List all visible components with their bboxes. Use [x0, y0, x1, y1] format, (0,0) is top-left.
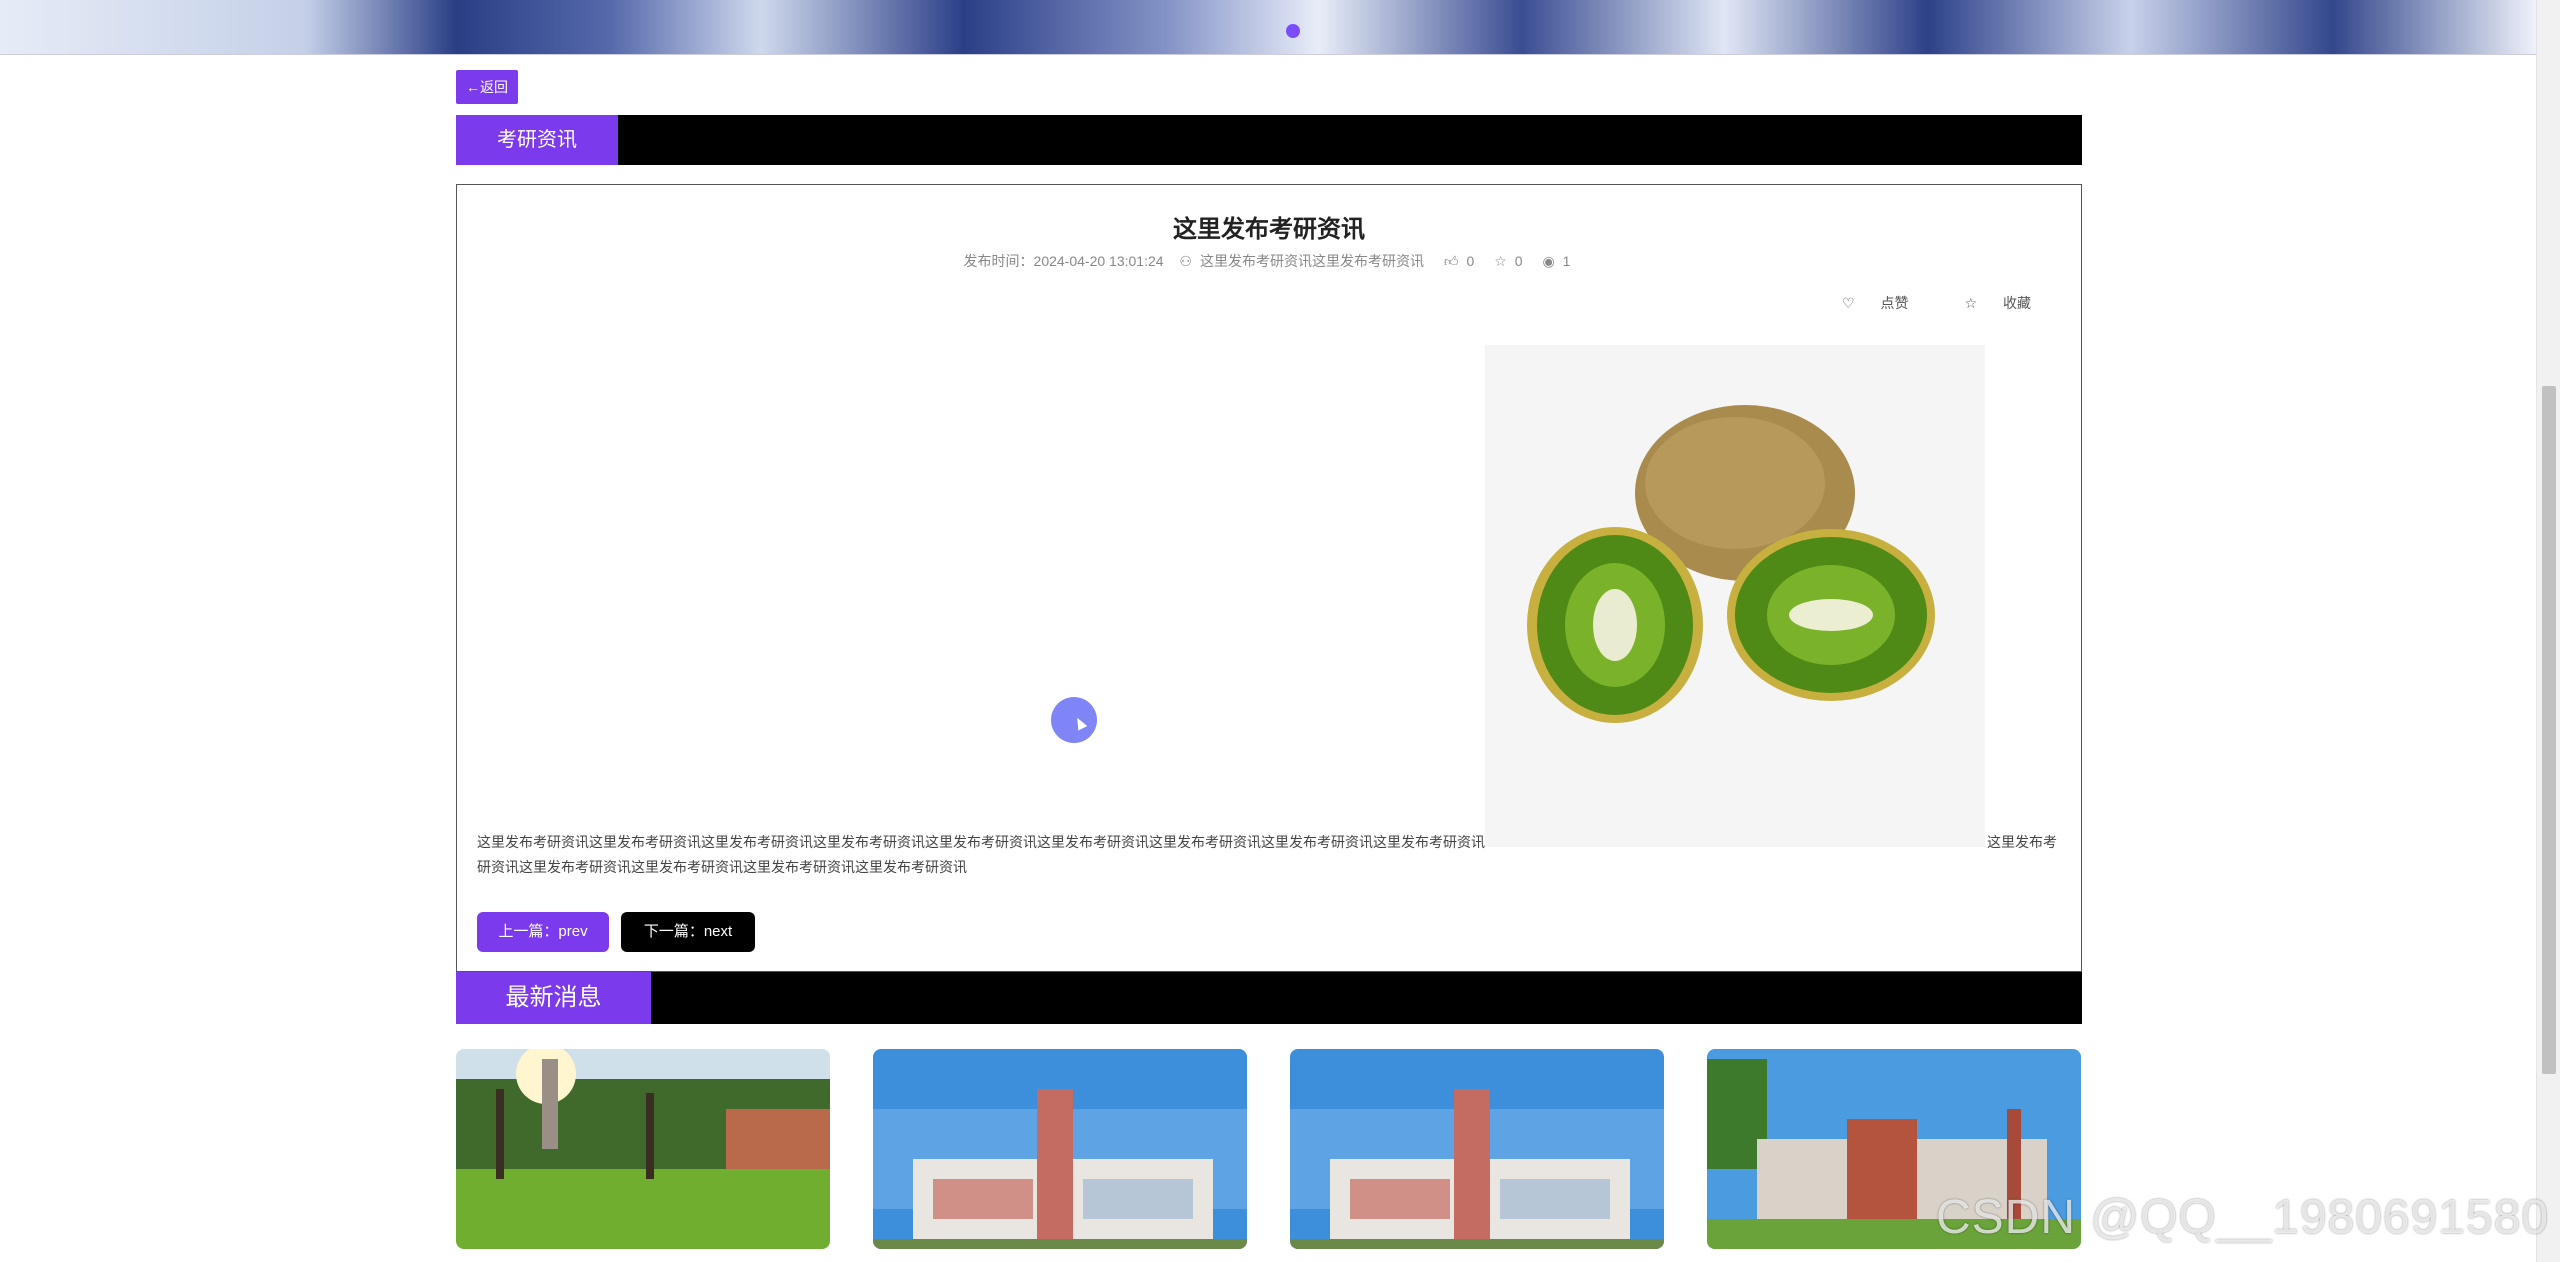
author: ⚇ 这里发布考研资讯这里发布考研资讯	[1179, 253, 1424, 269]
news-card-image[interactable]	[456, 1049, 830, 1249]
eye-icon: ◉	[1542, 253, 1555, 269]
scrollbar[interactable]	[2536, 0, 2560, 1262]
article-card: 这里发布考研资讯 发布时间：2024-04-20 13:01:24 ⚇ 这里发布考…	[456, 184, 2082, 972]
section-header-latest: 最新消息	[456, 972, 2082, 1024]
article-meta: 发布时间：2024-04-20 13:01:24 ⚇ 这里发布考研资讯这里发布考研…	[457, 251, 2081, 271]
favorite-button[interactable]: ☆ 收藏	[1938, 295, 2031, 311]
scrollbar-thumb[interactable]	[2542, 386, 2556, 1074]
article-actions: ♡ 点赞 ☆ 收藏	[1790, 293, 2031, 313]
carousel-indicator[interactable]	[1286, 24, 1300, 38]
back-button[interactable]: ←返回	[456, 70, 518, 104]
favorite-count: ☆ 0	[1494, 253, 1523, 269]
mouse-cursor-indicator	[1051, 697, 1097, 743]
section-title: 最新消息	[456, 972, 651, 1024]
top-banner	[0, 0, 2536, 55]
prev-article-button[interactable]: 上一篇：prev	[477, 912, 609, 952]
article-image	[1485, 345, 1985, 847]
next-article-button[interactable]: 下一篇：next	[621, 912, 755, 952]
thumb-up-icon: 👍︎	[1443, 253, 1459, 269]
section-title: 考研资讯	[456, 115, 618, 165]
article-title: 这里发布考研资讯	[1173, 216, 1365, 243]
watermark-text: CSDN @QQ__1980691580	[1936, 1191, 2550, 1244]
like-button[interactable]: ♡ 点赞	[1816, 295, 1909, 311]
content-line: 这里发布考	[1987, 834, 2057, 850]
like-count: 👍︎ 0	[1443, 253, 1475, 269]
article-content: 这里发布考研资讯这里发布考研资讯这里发布考研资讯这里发布考研资讯这里发布考研资讯…	[477, 830, 2063, 880]
user-icon: ⚇	[1179, 253, 1192, 269]
content-line: 研资讯这里发布考研资讯这里发布考研资讯这里发布考研资讯这里发布考研资讯	[477, 859, 967, 875]
section-header-news: 考研资讯	[456, 115, 2082, 165]
star-icon: ☆	[1964, 295, 1977, 311]
content-line: 这里发布考研资讯这里发布考研资讯这里发布考研资讯这里发布考研资讯这里发布考研资讯…	[477, 834, 1485, 850]
heart-icon: ♡	[1841, 295, 1855, 311]
star-icon: ☆	[1494, 253, 1507, 269]
view-count: ◉ 1	[1542, 253, 1571, 269]
news-card-image[interactable]	[1290, 1049, 1664, 1249]
news-card-image[interactable]	[873, 1049, 1247, 1249]
publish-time: 发布时间：2024-04-20 13:01:24	[963, 253, 1164, 269]
